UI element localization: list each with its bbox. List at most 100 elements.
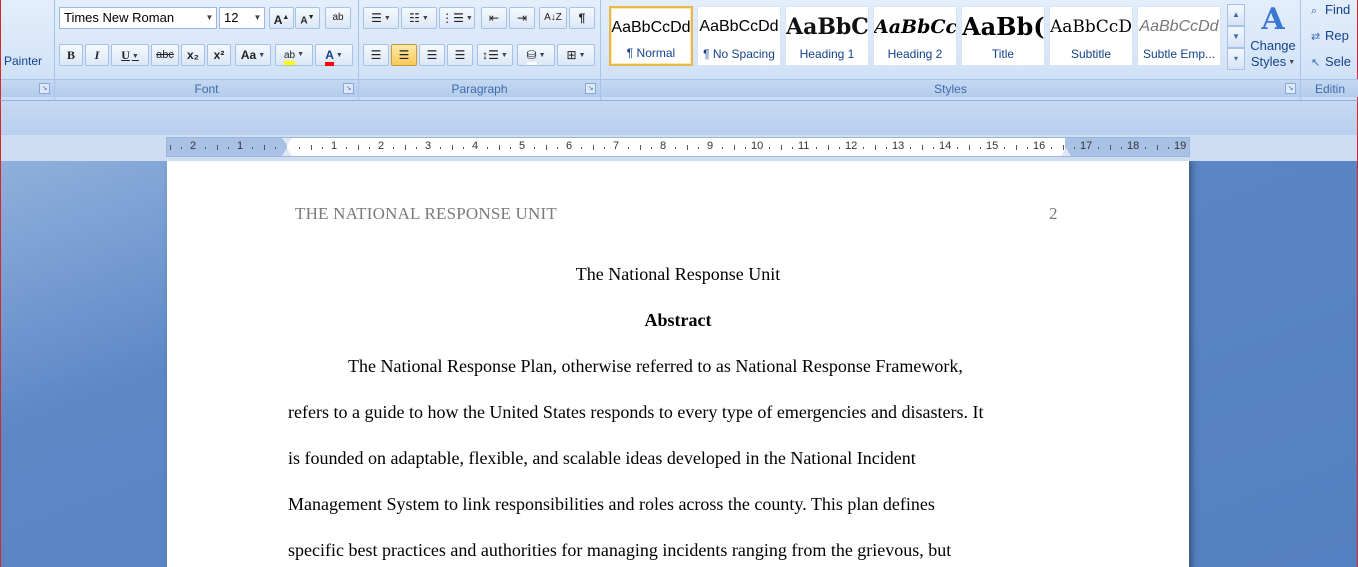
superscript-button[interactable]: x² [207, 44, 231, 66]
ruler-tick-mark [862, 147, 864, 149]
gallery-more-icon[interactable]: ▾ [1227, 48, 1245, 70]
ruler-tick-mark [251, 147, 253, 149]
clear-formatting-icon: ab [332, 12, 344, 23]
font-group: Times New Roman ▼ 12 ▼ A▲ A▼ ab B I U ▼ a… [55, 0, 359, 100]
numbering-button[interactable]: ☷ ▼ [401, 7, 437, 29]
font-size-combo[interactable]: 12 ▼ [219, 7, 265, 29]
style-name: ¶ Normal [626, 46, 676, 60]
font-family-value: Times New Roman [64, 10, 175, 25]
style-name: Subtitle [1070, 47, 1112, 61]
chevron-down-icon[interactable]: ▼ [251, 8, 264, 28]
format-painter-button[interactable]: Painter [4, 54, 42, 68]
borders-button[interactable]: ⊞ ▼ [557, 44, 595, 66]
hanging-indent-marker[interactable] [282, 148, 292, 156]
gallery-scroll-down-icon[interactable]: ▼ [1227, 26, 1245, 48]
editing-group-label: Editin [1301, 79, 1358, 97]
styles-dialog-launcher-icon[interactable]: ↘ [1285, 83, 1296, 94]
chevron-down-icon[interactable]: ▼ [203, 8, 216, 28]
multilevel-list-icon: ⋮☰ [441, 11, 464, 25]
ruler-tick-mark [357, 145, 359, 150]
ruler-tick-label: 7 [613, 140, 620, 152]
ruler-tick-label: 6 [566, 140, 573, 152]
style-preview: AaBbCc [874, 16, 956, 38]
decrease-indent-button[interactable]: ⇤ [481, 7, 507, 29]
ruler-tick-mark [228, 147, 230, 149]
change-styles-label-1: Change [1250, 38, 1296, 53]
shading-button[interactable]: ⛁ ▼ [517, 44, 555, 66]
show-hide-button[interactable]: ¶ [569, 7, 595, 29]
multilevel-list-button[interactable]: ⋮☰ ▼ [439, 7, 475, 29]
increase-indent-icon: ⇥ [516, 11, 528, 25]
italic-button[interactable]: I [85, 44, 109, 66]
paragraph-group-label: Paragraph [359, 79, 600, 97]
bullets-button[interactable]: ☰ ▼ [363, 7, 399, 29]
binoculars-icon: ⌕ [1311, 5, 1318, 17]
highlight-button[interactable]: ab ▼ [275, 44, 313, 66]
horizontal-ruler[interactable]: 2 1 1 2 3 4 5 6 7 8 9 10 11 12 13 14 15 16 17 18 19 [166, 137, 1190, 157]
font-group-label: Font [55, 79, 358, 97]
style-preview: AaBbCcDd [611, 19, 691, 36]
ruler-tick-mark [721, 147, 723, 149]
change-styles-button[interactable]: A Change Styles ▼ [1245, 2, 1301, 78]
ruler-tick-mark [533, 147, 535, 149]
ruler-tick-label: 10 [751, 140, 764, 152]
clear-formatting-button[interactable]: ab [325, 7, 351, 29]
find-button[interactable]: ⌕ Find [1311, 2, 1350, 18]
shrink-font-button[interactable]: A▼ [295, 7, 320, 29]
align-right-icon: ☰ [426, 48, 438, 62]
bold-button[interactable]: B [59, 44, 83, 66]
style-heading-2[interactable]: AaBbCc Heading 2 [873, 6, 957, 66]
font-color-button[interactable]: A ▼ [315, 44, 353, 66]
change-styles-icon: A [1261, 2, 1285, 37]
ruler-tick-mark [345, 147, 347, 149]
font-dialog-launcher-icon[interactable]: ↘ [343, 83, 354, 94]
style-subtle-emphasis[interactable]: AaBbCcDd Subtle Emp... [1137, 6, 1221, 66]
ruler-tick-mark [827, 145, 829, 150]
style-name: ¶ No Spacing [703, 47, 775, 61]
ruler-tick-mark [768, 147, 770, 149]
ruler-tick-mark [275, 147, 277, 149]
clipboard-dialog-launcher-icon[interactable]: ↘ [39, 83, 50, 94]
style-preview: AaBbCcD [1050, 17, 1132, 37]
ruler-tick-mark [263, 145, 265, 150]
align-center-button[interactable]: ☰ [391, 44, 417, 66]
replace-button[interactable]: ⇄ Rep [1311, 28, 1349, 43]
change-case-button[interactable]: Aa ▼ [235, 44, 271, 66]
line-spacing-button[interactable]: ↕☰ ▼ [477, 44, 513, 66]
font-family-combo[interactable]: Times New Roman ▼ [59, 7, 217, 29]
strikethrough-button[interactable]: abc [151, 44, 179, 66]
style-normal[interactable]: AaBbCcDd ¶ Normal [609, 6, 693, 66]
style-no-spacing[interactable]: AaBbCcDd ¶ No Spacing [697, 6, 781, 66]
decrease-indent-icon: ⇤ [488, 11, 500, 25]
replace-label: Rep [1325, 28, 1349, 43]
increase-indent-button[interactable]: ⇥ [509, 7, 535, 29]
ruler-tick-mark [463, 147, 465, 149]
grow-font-button[interactable]: A▲ [269, 7, 294, 29]
select-button[interactable]: ↖ Sele [1311, 54, 1351, 69]
style-title[interactable]: AaBb( Title [961, 6, 1045, 66]
align-left-button[interactable]: ☰ [363, 44, 389, 66]
ruler-tick-mark [921, 145, 923, 150]
ruler-tick-mark [392, 147, 394, 149]
ruler-tick-mark [980, 147, 982, 149]
sort-icon: A↓Z [544, 12, 562, 23]
gallery-scroll-up-icon[interactable]: ▲ [1227, 4, 1245, 26]
justify-button[interactable]: ☰ [447, 44, 473, 66]
ruler-tick-label: 19 [1174, 140, 1187, 152]
underline-button[interactable]: U ▼ [111, 44, 149, 66]
line-spacing-icon: ↕☰ [482, 48, 499, 62]
first-line-indent-marker[interactable] [282, 138, 292, 145]
align-right-button[interactable]: ☰ [419, 44, 445, 66]
paragraph-dialog-launcher-icon[interactable]: ↘ [585, 83, 596, 94]
ruler-tick-mark [557, 147, 559, 149]
subscript-button[interactable]: x₂ [181, 44, 205, 66]
borders-icon: ⊞ [566, 48, 577, 62]
ruler-tick-label: 8 [660, 140, 667, 152]
ruler-tick-mark [698, 147, 700, 149]
ruler-tick-label: 3 [425, 140, 432, 152]
style-heading-1[interactable]: AaBbC( Heading 1 [785, 6, 869, 66]
ruler-tick-mark [1015, 145, 1017, 150]
style-subtitle[interactable]: AaBbCcD Subtitle [1049, 6, 1133, 66]
sort-button[interactable]: A↓Z [539, 7, 567, 29]
document-page[interactable]: THE NATIONAL RESPONSE UNIT 2 The Nationa… [167, 161, 1189, 567]
